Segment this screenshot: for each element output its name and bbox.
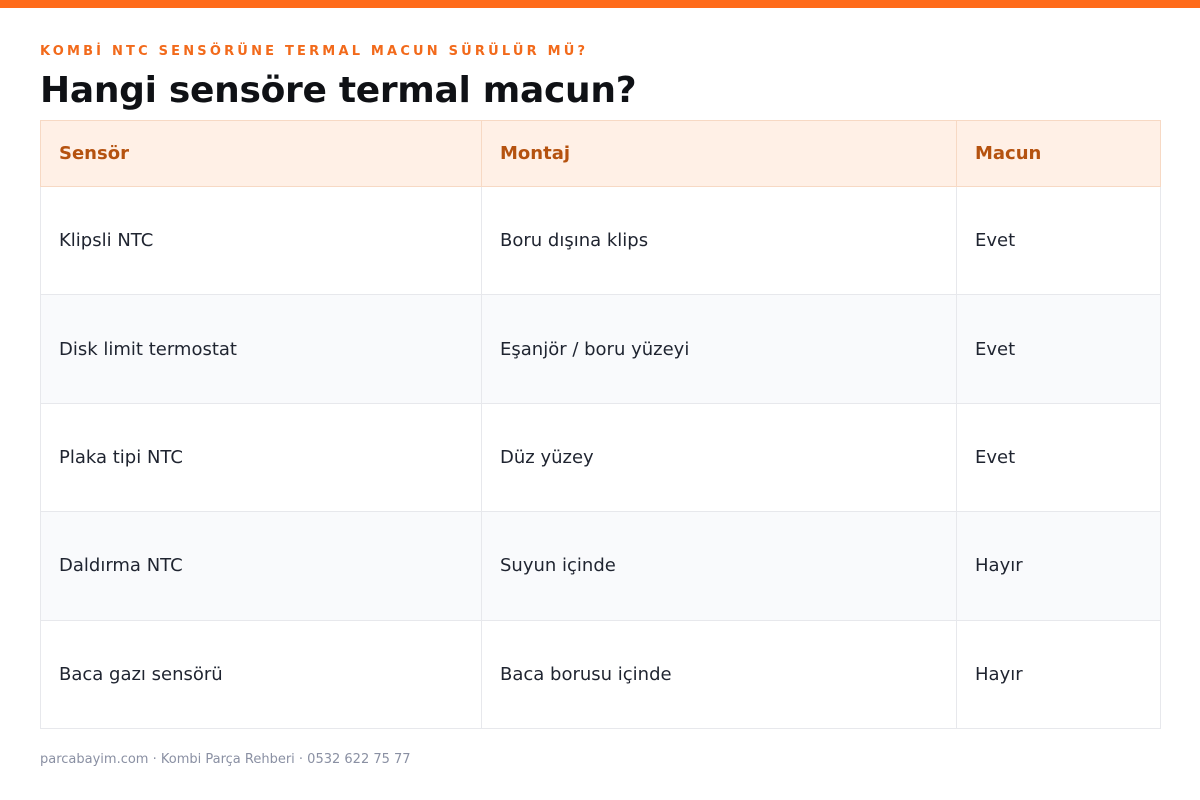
page-kicker: KOMBİ NTC SENSÖRÜNE TERMAL MACUN SÜRÜLÜR… bbox=[40, 44, 589, 59]
cell-mounting: Boru dışına klips bbox=[481, 185, 957, 296]
cell-paste: Hayır bbox=[956, 511, 1161, 621]
cell-sensor: Disk limit termostat bbox=[40, 294, 482, 404]
cell-mounting: Baca borusu içinde bbox=[481, 619, 957, 729]
page-footer: parcabayim.com · Kombi Parça Rehberi · 0… bbox=[40, 752, 411, 767]
cell-mounting: Eşanjör / boru yüzeyi bbox=[481, 294, 957, 404]
sensor-table-container: Sensör Montaj Macun Klipsli NTC Boru dış… bbox=[40, 120, 1161, 729]
table-row: Daldırma NTC Suyun içinde Hayır bbox=[40, 511, 1161, 621]
table-row: Plaka tipi NTC Düz yüzey Evet bbox=[40, 402, 1161, 513]
cell-paste: Evet bbox=[956, 402, 1161, 513]
cell-paste: Evet bbox=[956, 185, 1161, 296]
table-row: Baca gazı sensörü Baca borusu içinde Hay… bbox=[40, 619, 1161, 729]
cell-sensor: Plaka tipi NTC bbox=[40, 402, 482, 513]
column-header-mounting: Montaj bbox=[481, 120, 957, 187]
cell-sensor: Daldırma NTC bbox=[40, 511, 482, 621]
cell-mounting: Düz yüzey bbox=[481, 402, 957, 513]
cell-paste: Evet bbox=[956, 294, 1161, 404]
table-header-row: Sensör Montaj Macun bbox=[40, 120, 1161, 187]
page-title: Hangi sensöre termal macun? bbox=[40, 70, 637, 111]
column-header-paste: Macun bbox=[956, 120, 1161, 187]
top-accent-bar bbox=[0, 0, 1200, 8]
table-row: Disk limit termostat Eşanjör / boru yüze… bbox=[40, 294, 1161, 404]
table-row: Klipsli NTC Boru dışına klips Evet bbox=[40, 185, 1161, 296]
cell-sensor: Klipsli NTC bbox=[40, 185, 482, 296]
cell-sensor: Baca gazı sensörü bbox=[40, 619, 482, 729]
column-header-sensor: Sensör bbox=[40, 120, 482, 187]
sensor-table: Sensör Montaj Macun Klipsli NTC Boru dış… bbox=[40, 120, 1161, 729]
cell-paste: Hayır bbox=[956, 619, 1161, 729]
cell-mounting: Suyun içinde bbox=[481, 511, 957, 621]
